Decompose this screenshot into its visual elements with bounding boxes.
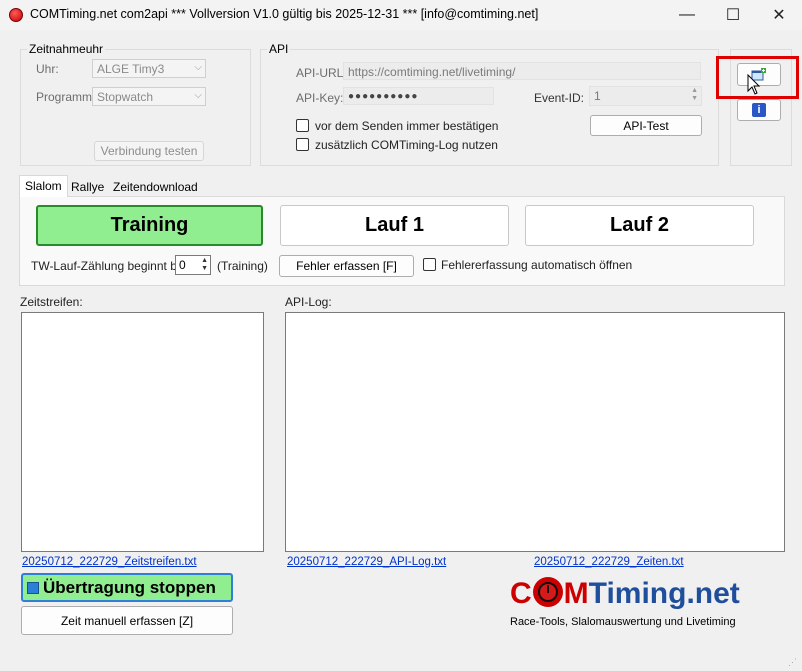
minimize-button[interactable]: — — [664, 0, 710, 30]
event-id-value: 1 — [594, 89, 601, 103]
tab-zeitendownload[interactable]: Zeitendownload — [108, 177, 203, 198]
api-log-label: API-Log: — [285, 295, 332, 309]
stopwatch-icon — [532, 577, 563, 607]
uhr-label: Uhr: — [36, 62, 59, 76]
tw-lauf-suffix: (Training) — [217, 259, 268, 273]
tab-rallye[interactable]: Rallye — [66, 177, 109, 198]
api-url-field[interactable]: https://comtiming.net/livetiming/ — [343, 62, 701, 80]
log-checkbox[interactable] — [296, 138, 309, 151]
verbindung-testen-button[interactable]: Verbindung testen — [94, 141, 204, 161]
info-icon: i — [752, 103, 766, 117]
stop-transfer-label: Übertragung stoppen — [43, 577, 216, 597]
confirm-checkbox[interactable] — [296, 119, 309, 132]
api-log-file-link[interactable]: 20250712_222729_API-Log.txt — [287, 556, 446, 568]
event-id-label: Event-ID: — [534, 91, 585, 105]
api-key-field[interactable]: ●●●●●●●●●● — [343, 87, 494, 105]
mouse-cursor-icon — [747, 74, 761, 95]
tw-lauf-value: 0 — [179, 258, 186, 272]
spinner-arrows-icon[interactable]: ▲ ▼ — [201, 257, 208, 273]
window-title: COMTiming.net com2api *** Vollversion V1… — [30, 7, 539, 21]
zeitnahmeuhr-group-label: Zeitnahmeuhr — [27, 42, 106, 56]
lauf2-button[interactable]: Lauf 2 — [525, 205, 754, 246]
comtiming-logo: C MTiming.net — [510, 576, 740, 612]
programm-select-value: Stopwatch — [97, 90, 154, 104]
programm-label: Programm: — [36, 90, 96, 104]
zeiten-file-link[interactable]: 20250712_222729_Zeiten.txt — [534, 556, 684, 568]
zeitstreifen-listbox[interactable] — [21, 312, 264, 552]
training-button[interactable]: Training — [36, 205, 263, 246]
api-group-label: API — [267, 42, 291, 56]
app-icon — [9, 8, 23, 22]
api-test-button[interactable]: API-Test — [590, 115, 702, 136]
confirm-label: vor dem Senden immer bestätigen — [315, 119, 499, 133]
zeitstreifen-file-link[interactable]: 20250712_222729_Zeitstreifen.txt — [22, 556, 197, 568]
chevron-down-icon: ⌵ — [194, 90, 202, 101]
api-url-label: API-URL: — [296, 66, 347, 80]
zeitstreifen-label: Zeitstreifen: — [20, 295, 83, 309]
chevron-down-icon: ⌵ — [194, 62, 202, 73]
manual-time-button[interactable]: Zeit manuell erfassen [Z] — [21, 606, 233, 635]
spinner-arrows-icon[interactable]: ▲ ▼ — [691, 87, 698, 103]
log-label: zusätzlich COMTiming-Log nutzen — [315, 138, 498, 152]
fehler-erfassen-button[interactable]: Fehler erfassen [F] — [279, 255, 414, 277]
api-key-label: API-Key: — [296, 91, 344, 105]
info-button[interactable]: i — [737, 99, 781, 121]
resize-grip-icon[interactable]: ⋰ — [788, 657, 797, 668]
logo-text-m: M — [563, 577, 589, 610]
logo-tagline: Race-Tools, Slalomauswertung und Livetim… — [510, 616, 736, 628]
uhr-select[interactable]: ALGE Timy3 ⌵ — [92, 59, 206, 78]
maximize-button[interactable]: ☐ — [710, 0, 756, 30]
lauf1-button[interactable]: Lauf 1 — [280, 205, 509, 246]
fehler-auto-checkbox[interactable] — [423, 258, 436, 271]
tw-lauf-label: TW-Lauf-Zählung beginnt bei: — [31, 259, 190, 273]
programm-select[interactable]: Stopwatch ⌵ — [92, 87, 206, 106]
uhr-select-value: ALGE Timy3 — [97, 62, 165, 76]
event-id-field[interactable]: 1 ▲ ▼ — [589, 86, 702, 106]
stop-icon — [27, 581, 39, 594]
tw-lauf-stepper[interactable]: 0 ▲ ▼ — [175, 255, 211, 275]
stop-transfer-button[interactable]: Übertragung stoppen — [21, 573, 233, 602]
tab-slalom[interactable]: Slalom — [19, 175, 68, 197]
logo-text-c: C — [510, 577, 532, 610]
fehler-auto-label: Fehlererfassung automatisch öffnen — [441, 258, 633, 272]
close-button[interactable]: ✕ — [756, 0, 802, 30]
api-log-listbox[interactable] — [285, 312, 785, 552]
logo-text-rest: Timing.net — [588, 577, 740, 610]
